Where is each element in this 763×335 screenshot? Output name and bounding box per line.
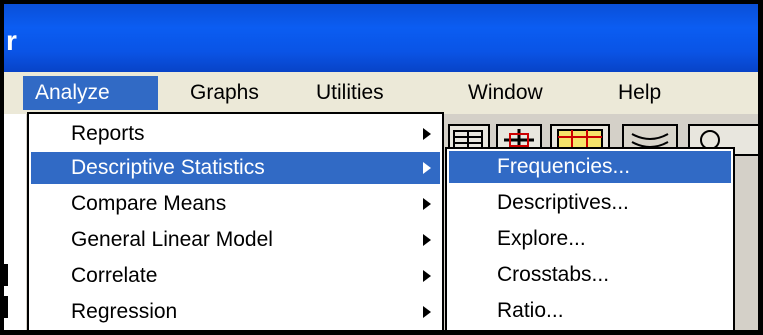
submenu-arrow-icon [423,128,431,140]
menu-item-label: Regression [71,300,178,323]
submenu-item-label: Descriptives... [497,191,629,214]
menu-analyze[interactable]: Analyze [23,76,158,110]
menu-item-reports[interactable]: Reports [31,118,440,150]
app-window: r Analyze Graphs Utilities Window Help R… [4,4,758,330]
menu-item-label: Compare Means [71,192,227,215]
menu-utilities[interactable]: Utilities [300,76,436,110]
menu-bar: Analyze Graphs Utilities Window Help [4,72,758,114]
menu-item-label: Descriptive Statistics [71,156,265,179]
menu-item-label: General Linear Model [71,228,273,251]
submenu-item-label: Ratio... [497,299,564,322]
submenu-item-explore[interactable]: Explore... [449,223,731,255]
menu-item-regression[interactable]: Regression [31,296,440,328]
submenu-arrow-icon [423,162,431,174]
edge-marker [4,264,8,286]
menu-analyze-label: Analyze [35,81,110,104]
submenu-item-label: Crosstabs... [497,263,610,286]
menu-window[interactable]: Window [454,76,584,110]
edge-marker [4,296,8,318]
analyze-menu: Reports Descriptive Statistics Compare M… [27,112,444,330]
window-title: r [6,25,17,56]
menu-item-descriptive-statistics[interactable]: Descriptive Statistics [31,152,440,184]
menu-item-compare-means[interactable]: Compare Means [31,188,440,220]
menu-utilities-label: Utilities [316,81,384,104]
submenu-item-ratio[interactable]: Ratio... [449,295,731,327]
submenu-arrow-icon [423,270,431,282]
menu-item-correlate[interactable]: Correlate [31,260,440,292]
submenu-item-label: Explore... [497,227,586,250]
submenu-arrow-icon [423,198,431,210]
title-bar: r [4,4,758,72]
menu-item-label: Correlate [71,264,158,287]
menu-item-general-linear-model[interactable]: General Linear Model [31,224,440,256]
descriptive-statistics-submenu: Frequencies... Descriptives... Explore..… [445,147,735,330]
submenu-item-crosstabs[interactable]: Crosstabs... [449,259,731,291]
submenu-item-frequencies[interactable]: Frequencies... [449,151,731,183]
left-panel-edge [4,114,26,330]
submenu-item-descriptives[interactable]: Descriptives... [449,187,731,219]
submenu-item-label: Frequencies... [497,155,631,178]
menu-help[interactable]: Help [604,76,684,110]
menu-graphs[interactable]: Graphs [174,76,284,110]
submenu-arrow-icon [423,234,431,246]
submenu-arrow-icon [423,306,431,318]
menu-window-label: Window [468,81,543,104]
menu-item-label: Reports [71,122,145,145]
menu-graphs-label: Graphs [190,81,259,104]
menu-help-label: Help [618,81,662,104]
